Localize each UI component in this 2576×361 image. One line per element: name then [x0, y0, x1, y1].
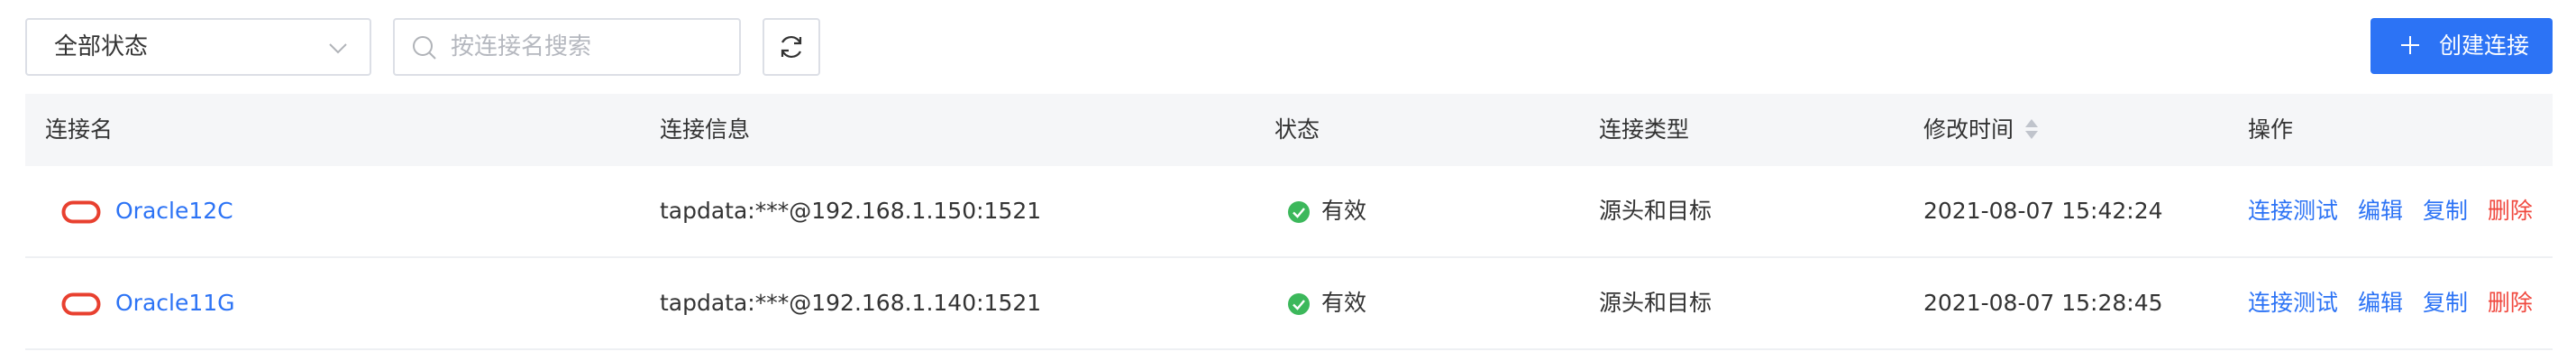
check-circle-icon	[1288, 201, 1310, 223]
plus-icon	[2401, 36, 2419, 54]
search-icon	[413, 36, 436, 60]
connection-name-link[interactable]: Oracle12C	[115, 166, 233, 256]
connection-type: 源头和目标	[1599, 198, 1713, 224]
oracle-logo-icon	[61, 200, 101, 224]
oracle-logo-icon	[61, 292, 101, 316]
header-modified: 修改时间	[1923, 116, 2014, 143]
create-connection-label: 创建连接	[2439, 32, 2530, 59]
connection-name-link[interactable]: Oracle11G	[115, 258, 235, 348]
delete-link[interactable]: 删除	[2488, 290, 2533, 316]
status-filter-select[interactable]: 全部状态	[25, 18, 371, 76]
status-filter-value: 全部状态	[54, 33, 149, 60]
create-connection-button[interactable]: 创建连接	[2370, 18, 2553, 74]
copy-link[interactable]: 复制	[2423, 290, 2468, 316]
refresh-button[interactable]	[763, 18, 820, 76]
edit-link[interactable]: 编辑	[2358, 198, 2403, 224]
modified-time: 2021-08-07 15:28:45	[1923, 290, 2163, 316]
search-input[interactable]	[451, 27, 721, 67]
row-actions: 连接测试 编辑 复制 删除	[2248, 166, 2545, 256]
connections-table: 连接名 连接信息 状态 连接类型 修改时间 操作 Oracle12C tapda…	[25, 94, 2553, 350]
header-info: 连接信息	[660, 116, 751, 143]
chevron-down-icon	[329, 43, 347, 54]
connection-type: 源头和目标	[1599, 290, 1713, 316]
copy-link[interactable]: 复制	[2423, 198, 2468, 224]
table-row: Oracle12C tapdata:***@192.168.1.150:1521…	[25, 166, 2553, 258]
test-connection-link[interactable]: 连接测试	[2248, 198, 2338, 224]
refresh-icon	[781, 35, 802, 59]
table-row: Oracle11G tapdata:***@192.168.1.140:1521…	[25, 258, 2553, 350]
table-header: 连接名 连接信息 状态 连接类型 修改时间 操作	[25, 94, 2553, 166]
sort-icon[interactable]	[2023, 116, 2041, 143]
connection-info: tapdata:***@192.168.1.150:1521	[660, 198, 1042, 224]
connection-info: tapdata:***@192.168.1.140:1521	[660, 290, 1042, 316]
row-actions: 连接测试 编辑 复制 删除	[2248, 258, 2545, 348]
status-text: 有效	[1321, 198, 1367, 224]
search-box[interactable]	[393, 18, 741, 76]
status-text: 有效	[1321, 290, 1367, 316]
modified-time: 2021-08-07 15:42:24	[1923, 198, 2163, 224]
header-type: 连接类型	[1599, 116, 1690, 143]
header-status: 状态	[1274, 116, 1320, 143]
edit-link[interactable]: 编辑	[2358, 290, 2403, 316]
header-name: 连接名	[45, 116, 114, 143]
delete-link[interactable]: 删除	[2488, 198, 2533, 224]
test-connection-link[interactable]: 连接测试	[2248, 290, 2338, 316]
toolbar: 全部状态 创建连接	[0, 0, 2576, 94]
header-actions: 操作	[2248, 116, 2294, 143]
check-circle-icon	[1288, 293, 1310, 315]
